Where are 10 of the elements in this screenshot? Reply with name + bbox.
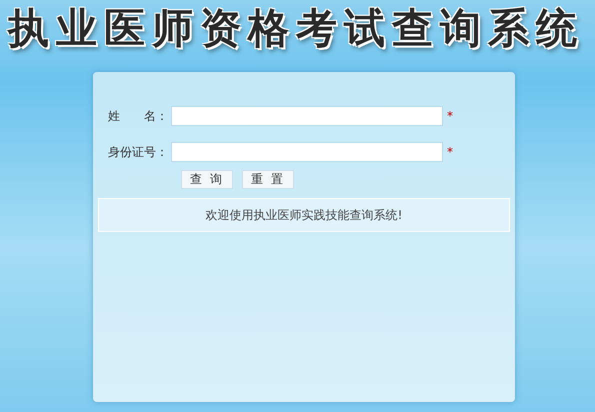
query-button[interactable]: 查 询 [181, 170, 233, 189]
welcome-message: 欢迎使用执业医师实践技能查询系统! [98, 198, 510, 232]
required-mark: * [447, 145, 453, 159]
field-label: 姓 名： [107, 108, 169, 124]
input-field[interactable] [171, 106, 443, 126]
input-field[interactable] [171, 142, 443, 162]
reset-button[interactable]: 重 置 [242, 170, 294, 189]
field-label: 身份证号： [107, 144, 169, 160]
required-mark: * [447, 109, 453, 123]
page-title: 执业医师资格考试查询系统 [6, 4, 585, 52]
